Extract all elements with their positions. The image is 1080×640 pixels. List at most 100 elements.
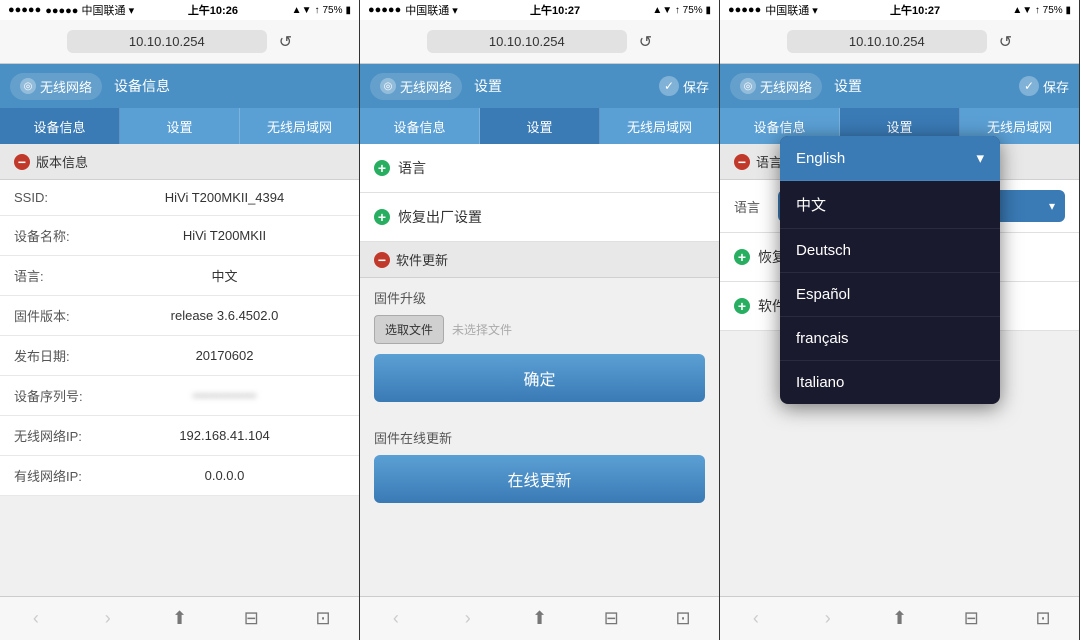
signal-icon-2: ●●●●● xyxy=(368,4,401,16)
release-date-label: 发布日期: xyxy=(14,346,104,365)
tab-bar-2: 设备信息 设置 无线局域网 xyxy=(360,108,719,144)
selected-check-icon: ▾ xyxy=(976,149,984,167)
wifi-ip-row: 无线网络IP: 192.168.41.104 xyxy=(0,416,359,456)
signal-icon-3: ●●●●● xyxy=(728,4,761,16)
lang-option-italiano[interactable]: Italiano xyxy=(780,361,1000,404)
language-section-label-3: 语言 xyxy=(756,152,782,171)
back-btn-1[interactable]: ‹ xyxy=(18,601,54,637)
serial-value: •••••••••••••• xyxy=(104,388,345,403)
url-box-3[interactable]: 10.10.10.254 xyxy=(787,30,987,53)
share-btn-3[interactable]: ⬆ xyxy=(881,601,917,637)
reload-btn-1[interactable]: ↺ xyxy=(279,32,292,52)
forward-btn-1[interactable]: › xyxy=(90,601,126,637)
wireless-nav-btn-3[interactable]: ◎ 无线网络 xyxy=(730,73,822,100)
wireless-nav-btn-2[interactable]: ◎ 无线网络 xyxy=(370,73,462,100)
ssid-value: HiVi T200MKII_4394 xyxy=(104,190,345,205)
tab-wireless-lan-1[interactable]: 无线局域网 xyxy=(240,108,359,144)
save-label-3: 保存 xyxy=(1043,77,1069,96)
tabs-btn-3[interactable]: ⊡ xyxy=(1025,601,1061,637)
status-carrier-3: ●●●●● 中国联通 ▾ xyxy=(728,2,818,18)
share-btn-1[interactable]: ⬆ xyxy=(161,601,197,637)
wired-ip-label: 有线网络IP: xyxy=(14,466,104,485)
tab-device-info-2[interactable]: 设备信息 xyxy=(360,108,480,144)
battery-pct-1: 75% xyxy=(322,5,342,16)
collapse-lang-icon-3[interactable]: − xyxy=(734,154,750,170)
firmware-version-value: release 3.6.4502.0 xyxy=(104,308,345,323)
battery-icon-1: ▮ xyxy=(345,5,351,16)
ssid-label: SSID: xyxy=(14,190,104,205)
save-btn-2[interactable]: ✓ 保存 xyxy=(659,76,709,96)
confirm-btn[interactable]: 确定 xyxy=(374,354,705,402)
content-area-2: + 语言 + 恢复出厂设置 − 软件更新 固件升级 选取文件 未选择文件 确定 … xyxy=(360,144,719,596)
bookmarks-btn-2[interactable]: ⊟ xyxy=(593,601,629,637)
ssid-row: SSID: HiVi T200MKII_4394 xyxy=(0,180,359,216)
wireless-nav-btn-1[interactable]: ◎ 无线网络 xyxy=(10,73,102,100)
status-battery-3: ▲▼ ↑ 75% ▮ xyxy=(1012,5,1071,16)
tab-wireless-lan-2[interactable]: 无线局域网 xyxy=(600,108,719,144)
forward-btn-3[interactable]: › xyxy=(810,601,846,637)
bookmarks-btn-1[interactable]: ⊟ xyxy=(233,601,269,637)
choose-file-btn[interactable]: 选取文件 xyxy=(374,315,444,344)
status-carrier-1: ●●●●● ●●●●● 中国联通 ▾ xyxy=(8,2,134,18)
carrier-name-1: ●●●●● 中国联通 ▾ xyxy=(45,2,134,18)
bottom-bar-1: ‹ › ⬆ ⊟ ⊡ xyxy=(0,596,359,640)
forward-btn-2[interactable]: › xyxy=(450,601,486,637)
tabs-btn-1[interactable]: ⊡ xyxy=(305,601,341,637)
lang-option-espanol[interactable]: Español xyxy=(780,273,1000,317)
wireless-icon-2: ◎ xyxy=(380,78,396,94)
status-bar-1: ●●●●● ●●●●● 中国联通 ▾ 上午10:26 ▲▼ ↑ 75% ▮ xyxy=(0,0,359,20)
device-name-label: 设备名称: xyxy=(14,226,104,245)
firmware-upgrade-title: 固件升级 xyxy=(374,288,705,307)
back-btn-3[interactable]: ‹ xyxy=(738,601,774,637)
content-area-1: − 版本信息 SSID: HiVi T200MKII_4394 设备名称: Hi… xyxy=(0,144,359,596)
share-btn-2[interactable]: ⬆ xyxy=(521,601,557,637)
lang-option-deutsch[interactable]: Deutsch xyxy=(780,229,1000,273)
check-icon-3: ✓ xyxy=(1019,76,1039,96)
bookmarks-btn-3[interactable]: ⊟ xyxy=(953,601,989,637)
online-update-btn[interactable]: 在线更新 xyxy=(374,455,705,503)
factory-reset-menu-item[interactable]: + 恢复出厂设置 xyxy=(360,193,719,242)
tabs-btn-2[interactable]: ⊡ xyxy=(665,601,701,637)
collapse-software-icon[interactable]: − xyxy=(374,252,390,268)
back-btn-2[interactable]: ‹ xyxy=(378,601,414,637)
expand-factory-icon: + xyxy=(374,209,390,225)
current-section-label-2: 设置 xyxy=(474,76,502,96)
tab-settings-1[interactable]: 设置 xyxy=(120,108,240,144)
arrow-up-1: ↑ xyxy=(314,5,319,16)
tab-device-info-1[interactable]: 设备信息 xyxy=(0,108,120,144)
software-update-header: − 软件更新 xyxy=(360,242,719,278)
file-input-row: 选取文件 未选择文件 xyxy=(374,315,705,344)
factory-reset-label: 恢复出厂设置 xyxy=(398,207,482,227)
url-box-2[interactable]: 10.10.10.254 xyxy=(427,30,627,53)
wired-ip-row: 有线网络IP: 0.0.0.0 xyxy=(0,456,359,496)
phone-panel-2: ●●●●● 中国联通 ▾ 上午10:27 ▲▼ ↑ 75% ▮ 10.10.10… xyxy=(360,0,720,640)
top-nav-3: ◎ 无线网络 设置 ✓ 保存 xyxy=(720,64,1079,108)
lang-option-francais-label: français xyxy=(796,330,849,347)
bottom-bar-3: ‹ › ⬆ ⊟ ⊡ xyxy=(720,596,1079,640)
check-icon-2: ✓ xyxy=(659,76,679,96)
language-dropdown-overlay: English ▾ 中文 Deutsch Español français It… xyxy=(780,136,1000,404)
status-bar-2: ●●●●● 中国联通 ▾ 上午10:27 ▲▼ ↑ 75% ▮ xyxy=(360,0,719,20)
wifi-ip-value: 192.168.41.104 xyxy=(104,428,345,443)
serial-label: 设备序列号: xyxy=(14,386,104,405)
save-btn-3[interactable]: ✓ 保存 xyxy=(1019,76,1069,96)
url-box-1[interactable]: 10.10.10.254 xyxy=(67,30,267,53)
status-bar-3: ●●●●● 中国联通 ▾ 上午10:27 ▲▼ ↑ 75% ▮ xyxy=(720,0,1079,20)
reload-btn-3[interactable]: ↺ xyxy=(999,32,1012,52)
save-label-2: 保存 xyxy=(683,77,709,96)
reload-btn-2[interactable]: ↺ xyxy=(639,32,652,52)
phone-panel-1: ●●●●● ●●●●● 中国联通 ▾ 上午10:26 ▲▼ ↑ 75% ▮ 10… xyxy=(0,0,360,640)
tab-settings-2[interactable]: 设置 xyxy=(480,108,600,144)
serial-number-row: 设备序列号: •••••••••••••• xyxy=(0,376,359,416)
status-battery-2: ▲▼ ↑ 75% ▮ xyxy=(652,5,711,16)
language-row: 语言: 中文 xyxy=(0,256,359,296)
signal-arrows-3: ▲▼ ↑ 75% ▮ xyxy=(1012,5,1071,16)
lang-option-francais[interactable]: français xyxy=(780,317,1000,361)
collapse-icon-1[interactable]: − xyxy=(14,154,30,170)
current-section-label-1: 设备信息 xyxy=(114,76,170,96)
firmware-version-label: 固件版本: xyxy=(14,306,104,325)
language-menu-item[interactable]: + 语言 xyxy=(360,144,719,193)
lang-option-chinese[interactable]: 中文 xyxy=(780,181,1000,229)
firmware-upgrade-section: 固件升级 选取文件 未选择文件 确定 xyxy=(360,278,719,418)
lang-option-english[interactable]: English ▾ xyxy=(780,136,1000,181)
